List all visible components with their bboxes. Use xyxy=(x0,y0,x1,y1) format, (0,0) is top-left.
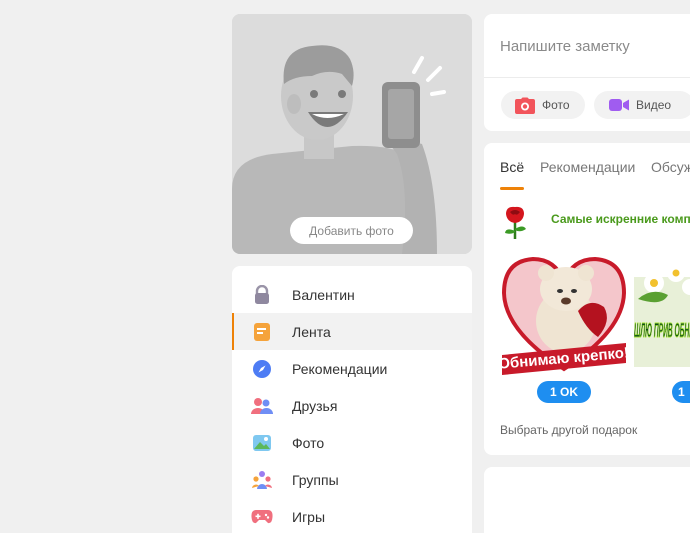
feed-icon xyxy=(250,320,274,344)
gift1-send-button[interactable]: 1 OK xyxy=(537,381,591,403)
note-composer: Фото Видео xyxy=(484,14,690,131)
rose-icon xyxy=(501,205,529,246)
friends-icon xyxy=(250,394,274,418)
photo-button-label: Фото xyxy=(542,98,570,112)
choose-other-gift-link[interactable]: Выбрать другой подарок xyxy=(500,423,637,437)
avatar-card: Добавить фото xyxy=(232,14,472,254)
tab-recommendations[interactable]: Рекомендации xyxy=(540,159,635,175)
add-photo-button[interactable]: Добавить фото xyxy=(290,217,413,244)
sidebar-item-groups[interactable]: Группы xyxy=(232,461,472,498)
sidebar-item-label: Фото xyxy=(292,434,325,451)
sidebar-nav: Валентин Лента Рекомендации Друзья Фото … xyxy=(232,266,472,533)
gift-image-hug-bear[interactable]: Обнимаю крепко! xyxy=(500,251,628,376)
sidebar-item-label: Валентин xyxy=(292,286,355,303)
note-input[interactable] xyxy=(484,14,690,78)
sidebar-item-label: Рекомендации xyxy=(292,360,388,377)
sidebar-item-recommendations[interactable]: Рекомендации xyxy=(232,350,472,387)
tab-all[interactable]: Всё xyxy=(500,159,524,175)
active-tab-indicator xyxy=(500,187,524,190)
sidebar-item-label: Группы xyxy=(292,471,339,488)
next-feed-card xyxy=(484,467,690,533)
gift-block-title: Самые искренние комп xyxy=(551,212,690,226)
sidebar-item-label: Друзья xyxy=(292,397,338,414)
sidebar-item-profile[interactable]: Валентин xyxy=(232,276,472,313)
add-photo-post-button[interactable]: Фото xyxy=(501,91,585,119)
groups-icon xyxy=(250,468,274,492)
sidebar-item-label: Лента xyxy=(292,323,331,340)
sidebar-item-label: Игры xyxy=(292,508,326,525)
gift2-send-button[interactable]: 1 xyxy=(672,381,690,403)
feed-card: Всё Рекомендации Обсуж Самые искренние к… xyxy=(484,143,690,455)
video-button-label: Видео xyxy=(636,98,672,112)
gift2-caption: ШЛЮ ПРИВ ОБНИ xyxy=(634,320,690,342)
gamepad-icon xyxy=(250,505,274,529)
lock-icon xyxy=(250,283,274,307)
add-video-post-button[interactable]: Видео xyxy=(594,91,690,119)
divider xyxy=(484,77,690,78)
tab-discussions[interactable]: Обсуж xyxy=(651,159,690,175)
sidebar-item-games[interactable]: Игры xyxy=(232,498,472,533)
photo-icon xyxy=(250,431,274,455)
camera-icon xyxy=(514,94,536,116)
sidebar-item-feed[interactable]: Лента xyxy=(232,313,472,350)
video-camera-icon xyxy=(608,94,630,116)
sidebar-item-friends[interactable]: Друзья xyxy=(232,387,472,424)
gift-image-greeting-flowers[interactable]: ШЛЮ ПРИВ ОБНИ xyxy=(632,251,690,376)
feed-tabs: Всё Рекомендации Обсуж xyxy=(484,143,690,191)
compass-icon xyxy=(250,357,274,381)
sidebar-item-photos[interactable]: Фото xyxy=(232,424,472,461)
